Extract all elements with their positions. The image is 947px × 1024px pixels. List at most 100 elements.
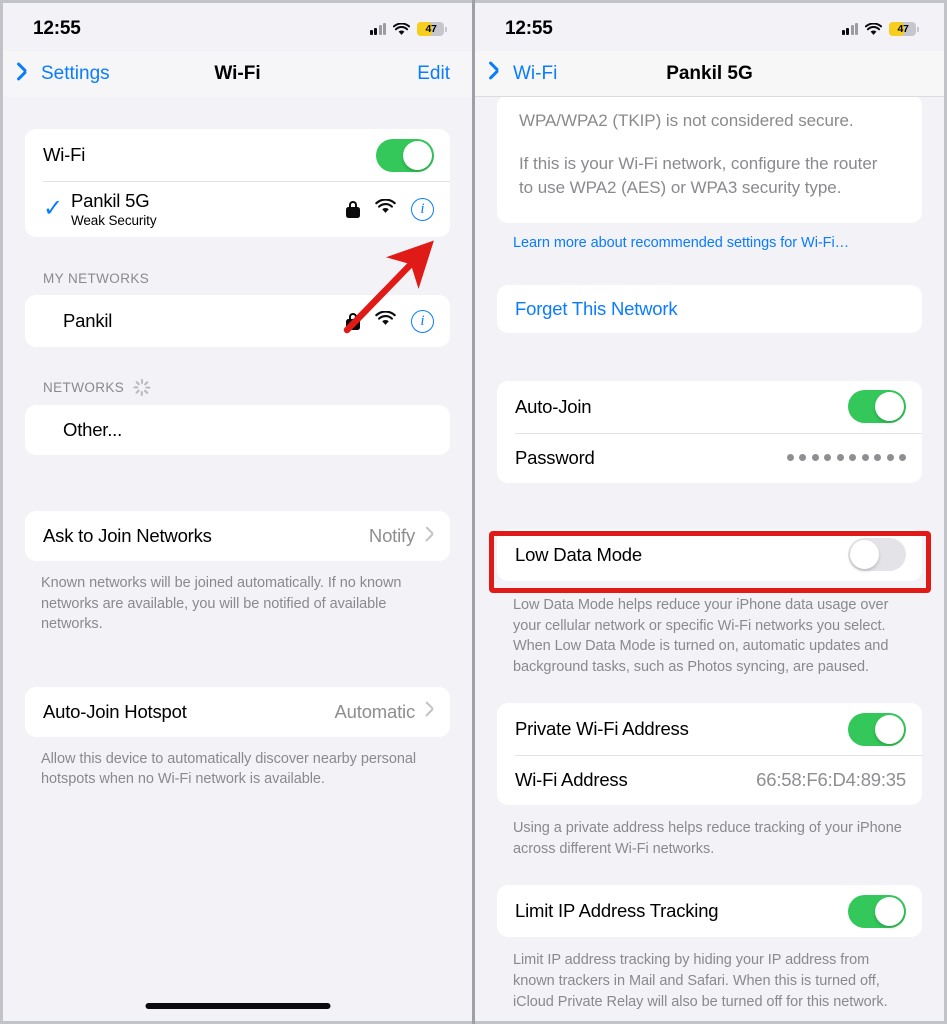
auto-join-label: Auto-Join [515,395,592,417]
auto-join-toggle[interactable] [848,390,906,424]
forget-network-label: Forget This Network [515,297,678,319]
forget-network-row[interactable]: Forget This Network [497,285,922,333]
status-clock: 12:55 [505,18,553,39]
limit-ip-tracking-row[interactable]: Limit IP Address Tracking [497,885,922,937]
private-wifi-address-toggle[interactable] [848,712,906,746]
chevron-left-icon [25,65,36,84]
auto-join-hotspot-footnote: Allow this device to automatically disco… [41,750,417,788]
join-password-card: Auto-Join Password [497,380,922,483]
low-data-mode-footnote: Low Data Mode helps reduce your iPhone d… [513,596,889,675]
ask-to-join-footnote: Known networks will be joined automatica… [41,575,402,633]
auto-join-hotspot-card: Auto-Join Hotspot Automatic [25,686,450,737]
status-bar-left: 12:55 47 [3,3,472,51]
connected-network-row[interactable]: ✓ Pankil 5G Weak Security i [25,181,450,237]
back-button-label: Settings [41,63,110,84]
private-address-footnote: Using a private address helps reduce tra… [513,820,902,857]
auto-join-row[interactable]: Auto-Join [497,381,922,433]
low-data-mode-row[interactable]: Low Data Mode [497,529,922,581]
other-network-label: Other... [63,419,123,440]
connected-network-name: Pankil 5G [71,190,150,211]
lock-icon [346,312,360,330]
battery-percent: 47 [897,23,909,35]
low-data-mode-toggle[interactable] [848,538,906,572]
wifi-address-value: 66:58:F6:D4:89:35 [756,769,906,791]
checkmark-icon: ✓ [43,195,64,222]
ask-to-join-row[interactable]: Ask to Join Networks Notify [25,511,450,561]
auto-join-hotspot-label: Auto-Join Hotspot [43,700,187,722]
limit-ip-tracking-label: Limit IP Address Tracking [515,900,719,922]
password-row[interactable]: Password [497,432,922,483]
low-data-mode-card: Low Data Mode [497,528,922,581]
wifi-settings-content: Wi-Fi ✓ Pankil 5G Weak Security i MY NET… [3,97,472,790]
status-bar-right: 12:55 47 [475,3,944,51]
limit-ip-footnote: Limit IP address tracking by hiding your… [513,952,888,1010]
connected-network-accessories: i [346,197,434,221]
wifi-address-row: Wi-Fi Address 66:58:F6:D4:89:35 [497,755,922,805]
auto-join-hotspot-row[interactable]: Auto-Join Hotspot Automatic [25,687,450,737]
scanning-spinner-icon [133,379,151,396]
back-to-settings-button[interactable]: Settings [25,63,110,85]
ask-to-join-label: Ask to Join Networks [43,525,212,546]
my-networks-card: Pankil i [25,295,450,347]
network-detail-content: WPA/WPA2 (TKIP) is not considered secure… [475,51,944,1012]
network-row-other[interactable]: Other... [25,405,450,455]
wifi-toggle-label: Wi-Fi [43,144,86,165]
edit-button[interactable]: Edit [417,63,450,85]
password-label: Password [515,446,595,468]
wifi-toggle[interactable] [376,138,434,172]
network-row-pankil[interactable]: Pankil i [25,295,450,347]
back-to-wifi-button[interactable]: Wi-Fi [497,63,557,85]
chevron-right-icon [425,704,434,719]
connected-network-subtitle: Weak Security [71,213,157,228]
my-networks-header: MY NETWORKS [3,271,472,286]
status-indicators: 47 [841,18,919,36]
networks-header: NETWORKS [3,379,472,396]
my-networks-header-label: MY NETWORKS [43,271,150,286]
wifi-toggle-row[interactable]: Wi-Fi [25,129,450,181]
ask-to-join-value: Notify [368,525,415,546]
network-info-icon[interactable]: i [411,197,434,221]
wifi-strength-icon [375,198,396,219]
lock-icon [346,200,360,218]
learn-more-link[interactable]: Learn more about recommended settings fo… [475,235,944,251]
networks-header-label: NETWORKS [43,380,125,395]
network-accessories: i [346,309,434,333]
wifi-settings-screen: 12:55 47 Settings Wi-Fi Edit Wi-Fi ✓ Pan… [0,0,472,1024]
limit-ip-tracking-toggle[interactable] [848,894,906,928]
password-masked-value [786,454,906,462]
cellular-signal-icon [841,23,858,35]
wifi-status-icon [864,22,883,36]
security-note-body: If this is your Wi-Fi network, configure… [519,153,878,198]
battery-icon: 47 [889,22,919,36]
navigation-bar-right: Wi-Fi Pankil 5G [475,51,944,97]
wifi-address-label: Wi-Fi Address [515,769,628,791]
battery-icon: 47 [417,22,447,36]
forget-network-card: Forget This Network [497,284,922,333]
networks-card: Other... [25,405,450,455]
auto-join-hotspot-value: Automatic [334,700,416,722]
wifi-strength-icon [375,310,396,331]
network-name: Pankil [63,310,113,331]
low-data-mode-label: Low Data Mode [515,543,642,565]
home-indicator [145,1003,330,1009]
status-indicators: 47 [369,18,447,36]
battery-percent: 47 [425,23,437,35]
ask-to-join-card: Ask to Join Networks Notify [25,511,450,561]
cellular-signal-icon [369,23,386,35]
private-address-card: Private Wi-Fi Address Wi-Fi Address 66:5… [497,703,922,806]
limit-ip-card: Limit IP Address Tracking [497,885,922,938]
back-button-label: Wi-Fi [513,62,558,84]
wifi-status-icon [392,22,411,36]
status-clock: 12:55 [33,18,81,39]
private-wifi-address-row[interactable]: Private Wi-Fi Address [497,703,922,755]
private-wifi-address-label: Private Wi-Fi Address [515,718,689,740]
chevron-right-icon [425,529,434,544]
navigation-bar-left: Settings Wi-Fi Edit [3,51,472,97]
wifi-main-card: Wi-Fi ✓ Pankil 5G Weak Security i [25,129,450,237]
network-detail-screen: WPA/WPA2 (TKIP) is not considered secure… [475,0,947,1024]
security-note-clipped-line: WPA/WPA2 (TKIP) is not considered secure… [519,111,854,130]
screenshot-stage: 12:55 47 Settings Wi-Fi Edit Wi-Fi ✓ Pan… [0,0,947,1024]
chevron-left-icon [497,64,508,83]
network-info-icon[interactable]: i [411,309,434,333]
security-note-card: WPA/WPA2 (TKIP) is not considered secure… [497,95,922,223]
